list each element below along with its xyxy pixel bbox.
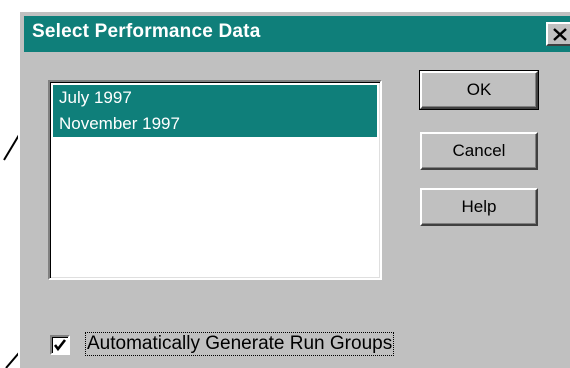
checkmark-icon	[53, 339, 67, 352]
close-icon	[553, 28, 567, 41]
auto-generate-checkbox[interactable]	[50, 335, 70, 355]
title-bar: Select Performance Data	[24, 16, 570, 52]
list-item[interactable]: July 1997	[53, 85, 377, 111]
screenshot: Select Performance Data July 1997 Novemb…	[0, 0, 570, 368]
dialog-title: Select Performance Data	[32, 21, 261, 42]
cancel-button[interactable]: Cancel	[420, 132, 538, 170]
performance-data-list[interactable]: July 1997 November 1997	[48, 80, 382, 280]
help-button[interactable]: Help	[420, 188, 538, 226]
list-item[interactable]: November 1997	[53, 111, 377, 137]
auto-generate-label[interactable]: Automatically Generate Run Groups	[84, 332, 395, 356]
select-performance-data-dialog: Select Performance Data July 1997 Novemb…	[18, 10, 570, 368]
ok-button[interactable]: OK	[419, 70, 539, 110]
close-button[interactable]	[546, 22, 570, 46]
